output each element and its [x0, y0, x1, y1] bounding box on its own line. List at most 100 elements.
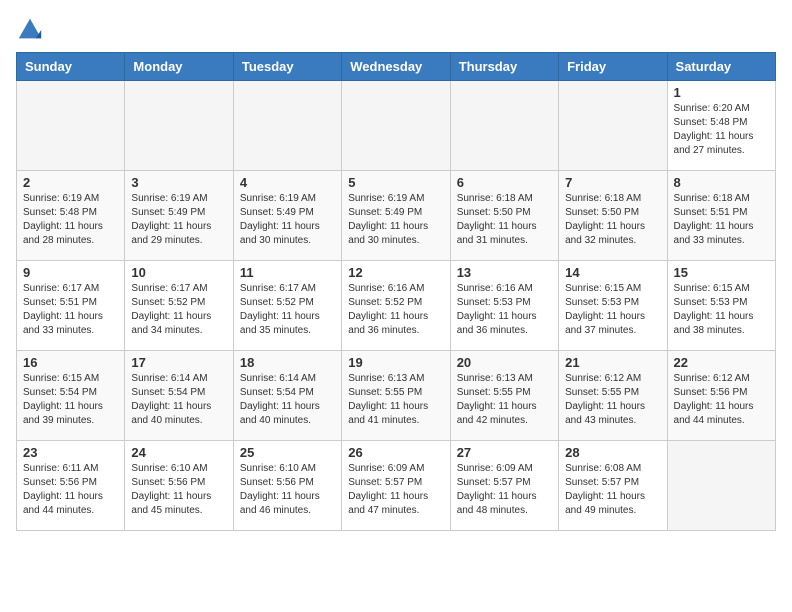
calendar-cell: 20 Sunrise: 6:13 AM Sunset: 5:55 PM Dayli… — [450, 351, 558, 441]
calendar-week-row: 1 Sunrise: 6:20 AM Sunset: 5:48 PM Daylig… — [17, 81, 776, 171]
calendar-cell: 4 Sunrise: 6:19 AM Sunset: 5:49 PM Daylig… — [233, 171, 341, 261]
day-info: Sunrise: 6:13 AM Sunset: 5:55 PM Dayligh… — [348, 372, 443, 428]
calendar-cell: 13 Sunrise: 6:16 AM Sunset: 5:53 PM Dayli… — [450, 261, 558, 351]
calendar-cell: 23 Sunrise: 6:11 AM Sunset: 5:56 PM Dayli… — [17, 441, 125, 531]
day-number: 19 — [348, 355, 443, 370]
day-number: 28 — [565, 445, 660, 460]
day-number: 4 — [240, 175, 335, 190]
column-header-tuesday: Tuesday — [233, 53, 341, 81]
day-info: Sunrise: 6:16 AM Sunset: 5:53 PM Dayligh… — [457, 282, 552, 338]
column-header-wednesday: Wednesday — [342, 53, 450, 81]
day-number: 22 — [674, 355, 769, 370]
day-info: Sunrise: 6:19 AM Sunset: 5:49 PM Dayligh… — [131, 192, 226, 248]
day-info: Sunrise: 6:09 AM Sunset: 5:57 PM Dayligh… — [457, 462, 552, 518]
day-number: 12 — [348, 265, 443, 280]
column-header-saturday: Saturday — [667, 53, 775, 81]
day-number: 9 — [23, 265, 118, 280]
calendar-cell — [667, 441, 775, 531]
day-info: Sunrise: 6:09 AM Sunset: 5:57 PM Dayligh… — [348, 462, 443, 518]
day-info: Sunrise: 6:19 AM Sunset: 5:49 PM Dayligh… — [348, 192, 443, 248]
day-info: Sunrise: 6:11 AM Sunset: 5:56 PM Dayligh… — [23, 462, 118, 518]
calendar-cell: 21 Sunrise: 6:12 AM Sunset: 5:55 PM Dayli… — [559, 351, 667, 441]
calendar-week-row: 2 Sunrise: 6:19 AM Sunset: 5:48 PM Daylig… — [17, 171, 776, 261]
day-info: Sunrise: 6:12 AM Sunset: 5:55 PM Dayligh… — [565, 372, 660, 428]
day-number: 21 — [565, 355, 660, 370]
calendar-table: SundayMondayTuesdayWednesdayThursdayFrid… — [16, 52, 776, 531]
calendar-cell: 19 Sunrise: 6:13 AM Sunset: 5:55 PM Dayli… — [342, 351, 450, 441]
day-info: Sunrise: 6:15 AM Sunset: 5:54 PM Dayligh… — [23, 372, 118, 428]
calendar-week-row: 9 Sunrise: 6:17 AM Sunset: 5:51 PM Daylig… — [17, 261, 776, 351]
calendar-cell: 26 Sunrise: 6:09 AM Sunset: 5:57 PM Dayli… — [342, 441, 450, 531]
day-number: 8 — [674, 175, 769, 190]
day-info: Sunrise: 6:20 AM Sunset: 5:48 PM Dayligh… — [674, 102, 769, 158]
calendar-cell: 5 Sunrise: 6:19 AM Sunset: 5:49 PM Daylig… — [342, 171, 450, 261]
day-number: 1 — [674, 85, 769, 100]
day-info: Sunrise: 6:19 AM Sunset: 5:49 PM Dayligh… — [240, 192, 335, 248]
calendar-cell: 11 Sunrise: 6:17 AM Sunset: 5:52 PM Dayli… — [233, 261, 341, 351]
calendar-cell — [125, 81, 233, 171]
day-number: 26 — [348, 445, 443, 460]
day-info: Sunrise: 6:13 AM Sunset: 5:55 PM Dayligh… — [457, 372, 552, 428]
calendar-cell: 17 Sunrise: 6:14 AM Sunset: 5:54 PM Dayli… — [125, 351, 233, 441]
calendar-header-row: SundayMondayTuesdayWednesdayThursdayFrid… — [17, 53, 776, 81]
calendar-cell: 14Sunrise: 6:15 AM Sunset: 5:53 PM Dayli… — [559, 261, 667, 351]
day-info: Sunrise: 6:18 AM Sunset: 5:50 PM Dayligh… — [565, 192, 660, 248]
calendar-cell: 1 Sunrise: 6:20 AM Sunset: 5:48 PM Daylig… — [667, 81, 775, 171]
calendar-cell: 24 Sunrise: 6:10 AM Sunset: 5:56 PM Dayli… — [125, 441, 233, 531]
day-info: Sunrise: 6:17 AM Sunset: 5:52 PM Dayligh… — [131, 282, 226, 338]
day-number: 24 — [131, 445, 226, 460]
calendar-cell: 22 Sunrise: 6:12 AM Sunset: 5:56 PM Dayli… — [667, 351, 775, 441]
day-number: 18 — [240, 355, 335, 370]
day-number: 15 — [674, 265, 769, 280]
calendar-cell: 12Sunrise: 6:16 AM Sunset: 5:52 PM Dayli… — [342, 261, 450, 351]
logo — [16, 16, 48, 44]
day-number: 2 — [23, 175, 118, 190]
calendar-cell — [559, 81, 667, 171]
calendar-cell: 3 Sunrise: 6:19 AM Sunset: 5:49 PM Daylig… — [125, 171, 233, 261]
calendar-cell: 8 Sunrise: 6:18 AM Sunset: 5:51 PM Daylig… — [667, 171, 775, 261]
calendar-cell: 7 Sunrise: 6:18 AM Sunset: 5:50 PM Daylig… — [559, 171, 667, 261]
day-number: 23 — [23, 445, 118, 460]
day-number: 11 — [240, 265, 335, 280]
column-header-sunday: Sunday — [17, 53, 125, 81]
day-number: 25 — [240, 445, 335, 460]
day-number: 20 — [457, 355, 552, 370]
calendar-cell — [233, 81, 341, 171]
day-info: Sunrise: 6:17 AM Sunset: 5:51 PM Dayligh… — [23, 282, 118, 338]
calendar-cell: 6 Sunrise: 6:18 AM Sunset: 5:50 PM Daylig… — [450, 171, 558, 261]
day-info: Sunrise: 6:19 AM Sunset: 5:48 PM Dayligh… — [23, 192, 118, 248]
calendar-cell: 18 Sunrise: 6:14 AM Sunset: 5:54 PM Dayli… — [233, 351, 341, 441]
calendar-cell — [342, 81, 450, 171]
page-header — [16, 16, 776, 44]
calendar-cell — [450, 81, 558, 171]
day-info: Sunrise: 6:17 AM Sunset: 5:52 PM Dayligh… — [240, 282, 335, 338]
day-info: Sunrise: 6:12 AM Sunset: 5:56 PM Dayligh… — [674, 372, 769, 428]
calendar-cell: 10 Sunrise: 6:17 AM Sunset: 5:52 PM Dayli… — [125, 261, 233, 351]
day-number: 3 — [131, 175, 226, 190]
calendar-week-row: 16 Sunrise: 6:15 AM Sunset: 5:54 PM Dayli… — [17, 351, 776, 441]
calendar-cell — [17, 81, 125, 171]
day-number: 7 — [565, 175, 660, 190]
day-number: 14 — [565, 265, 660, 280]
calendar-cell: 15 Sunrise: 6:15 AM Sunset: 5:53 PM Dayli… — [667, 261, 775, 351]
day-number: 17 — [131, 355, 226, 370]
calendar-cell: 16 Sunrise: 6:15 AM Sunset: 5:54 PM Dayli… — [17, 351, 125, 441]
day-number: 6 — [457, 175, 552, 190]
day-number: 16 — [23, 355, 118, 370]
day-number: 5 — [348, 175, 443, 190]
day-info: Sunrise: 6:08 AM Sunset: 5:57 PM Dayligh… — [565, 462, 660, 518]
day-number: 10 — [131, 265, 226, 280]
logo-icon — [16, 16, 44, 44]
calendar-cell: 25 Sunrise: 6:10 AM Sunset: 5:56 PM Dayli… — [233, 441, 341, 531]
calendar-cell: 27Sunrise: 6:09 AM Sunset: 5:57 PM Dayli… — [450, 441, 558, 531]
day-info: Sunrise: 6:10 AM Sunset: 5:56 PM Dayligh… — [131, 462, 226, 518]
calendar-week-row: 23 Sunrise: 6:11 AM Sunset: 5:56 PM Dayli… — [17, 441, 776, 531]
day-info: Sunrise: 6:18 AM Sunset: 5:50 PM Dayligh… — [457, 192, 552, 248]
day-info: Sunrise: 6:15 AM Sunset: 5:53 PM Dayligh… — [674, 282, 769, 338]
day-info: Sunrise: 6:14 AM Sunset: 5:54 PM Dayligh… — [131, 372, 226, 428]
day-number: 13 — [457, 265, 552, 280]
day-info: Sunrise: 6:14 AM Sunset: 5:54 PM Dayligh… — [240, 372, 335, 428]
day-info: Sunrise: 6:10 AM Sunset: 5:56 PM Dayligh… — [240, 462, 335, 518]
calendar-cell: 2 Sunrise: 6:19 AM Sunset: 5:48 PM Daylig… — [17, 171, 125, 261]
day-info: Sunrise: 6:18 AM Sunset: 5:51 PM Dayligh… — [674, 192, 769, 248]
